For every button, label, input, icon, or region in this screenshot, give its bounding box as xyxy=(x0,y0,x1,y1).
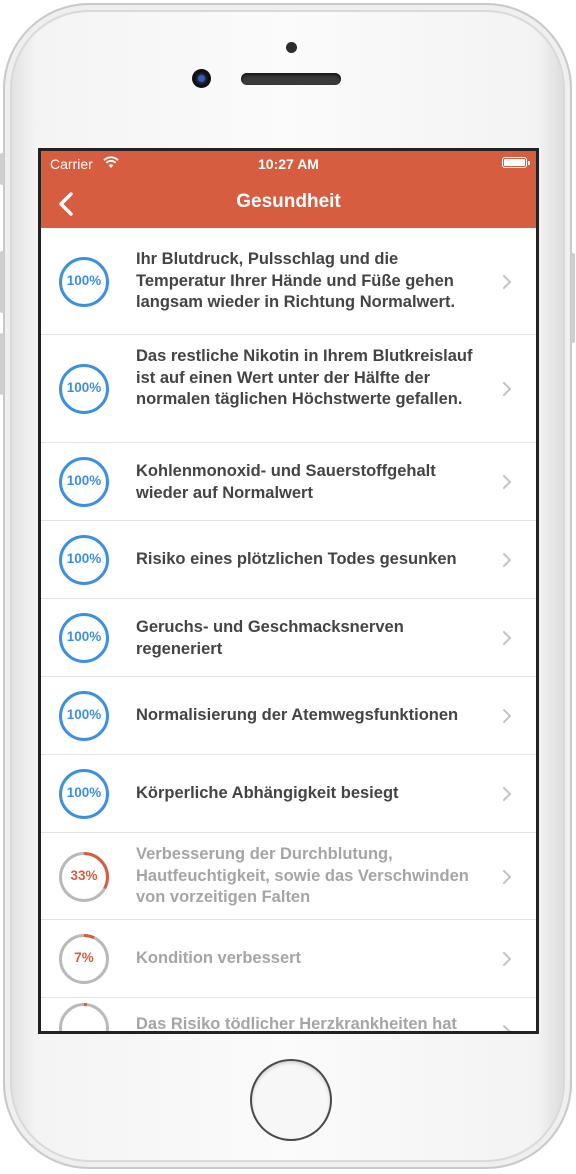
milestone-row[interactable]: 100% Ihr Blutdruck, Pulsschlag und die Te… xyxy=(41,228,536,335)
milestone-text: Das restliche Nikotin in Ihrem Blutkreis… xyxy=(136,347,473,408)
chevron-right-icon xyxy=(503,952,511,966)
page-title: Gesundheit xyxy=(236,191,341,212)
progress-ring-track xyxy=(59,1003,109,1031)
power-button xyxy=(571,253,575,343)
progress-percent-label: 100% xyxy=(66,273,102,288)
progress-percent-label: 100% xyxy=(66,551,102,566)
navigation-bar: Carrier 10:27 AM Gesundheit xyxy=(41,151,536,228)
progress-percent-label: 100% xyxy=(66,629,102,644)
screen: Carrier 10:27 AM Gesundheit 100% Ihr Blut… xyxy=(38,148,539,1034)
volume-down-button xyxy=(0,333,4,395)
mute-switch xyxy=(0,153,4,185)
status-time: 10:27 AM xyxy=(258,156,319,172)
milestone-text: Kohlenmonoxid- und Sauerstoffgehalt wied… xyxy=(136,462,436,502)
milestone-row[interactable]: 100% Normalisierung der Atemwegsfunktione… xyxy=(41,677,536,755)
milestone-row[interactable]: 7% Kondition verbessert xyxy=(41,920,536,998)
volume-up-button xyxy=(0,251,4,313)
progress-percent-label: 33% xyxy=(70,868,98,883)
chevron-right-icon xyxy=(503,382,511,396)
milestone-list: 100% Ihr Blutdruck, Pulsschlag und die Te… xyxy=(41,228,536,1031)
milestone-text: Risiko eines plötzlichen Todes gesunken xyxy=(136,550,457,568)
milestone-row[interactable]: 100% Geruchs- und Geschmacksnerven regene… xyxy=(41,599,536,677)
progress-ring xyxy=(59,1003,109,1031)
chevron-right-icon xyxy=(503,787,511,801)
progress-ring-fill xyxy=(59,1003,109,1031)
milestone-text: Normalisierung der Atemwegsfunktionen xyxy=(136,706,459,724)
chevron-right-icon xyxy=(503,870,511,884)
chevron-right-icon xyxy=(503,553,511,567)
milestone-text: Verbesserung der Durchblutung, Hautfeuch… xyxy=(136,845,469,906)
milestone-row[interactable]: 100% Körperliche Abhängigkeit besiegt xyxy=(41,755,536,833)
chevron-right-icon xyxy=(503,709,511,723)
milestone-row[interactable]: 100% Kohlenmonoxid- und Sauerstoffgehalt … xyxy=(41,443,536,521)
proximity-sensor xyxy=(286,42,297,53)
status-bar: Carrier 10:27 AM xyxy=(41,151,536,176)
milestone-row[interactable]: 100% Das restliche Nikotin in Ihrem Blutk… xyxy=(41,335,536,443)
milestone-row[interactable]: 100% Risiko eines plötzlichen Todes gesun… xyxy=(41,521,536,599)
milestone-text: Geruchs- und Geschmacksnerven regenerier… xyxy=(136,618,404,658)
home-button[interactable] xyxy=(252,1061,330,1139)
milestone-text: Kondition verbessert xyxy=(136,949,302,967)
milestone-row[interactable]: Das Risiko tödlicher Herzkrankheiten hat xyxy=(41,998,536,1031)
milestone-row[interactable]: 33% Verbesserung der Durchblutung, Hautfe… xyxy=(41,833,536,920)
milestone-text: Das Risiko tödlicher Herzkrankheiten hat xyxy=(136,1015,457,1031)
progress-percent-label: 7% xyxy=(74,950,94,965)
front-camera xyxy=(192,69,211,88)
chevron-right-icon xyxy=(503,475,511,489)
chevron-right-icon xyxy=(503,275,511,289)
progress-percent-label: 100% xyxy=(66,707,102,722)
progress-percent-label: 100% xyxy=(66,785,102,800)
battery-icon xyxy=(502,157,530,168)
chevron-right-icon xyxy=(503,631,511,645)
app-view: Carrier 10:27 AM Gesundheit 100% Ihr Blut… xyxy=(41,151,536,1031)
progress-percent-label: 100% xyxy=(66,473,102,488)
milestone-text: Ihr Blutdruck, Pulsschlag und die Temper… xyxy=(136,250,456,311)
chevron-right-icon xyxy=(503,1025,511,1031)
earpiece-speaker xyxy=(241,73,341,85)
progress-percent-label: 100% xyxy=(66,380,102,395)
milestone-text: Körperliche Abhängigkeit besiegt xyxy=(136,784,399,802)
